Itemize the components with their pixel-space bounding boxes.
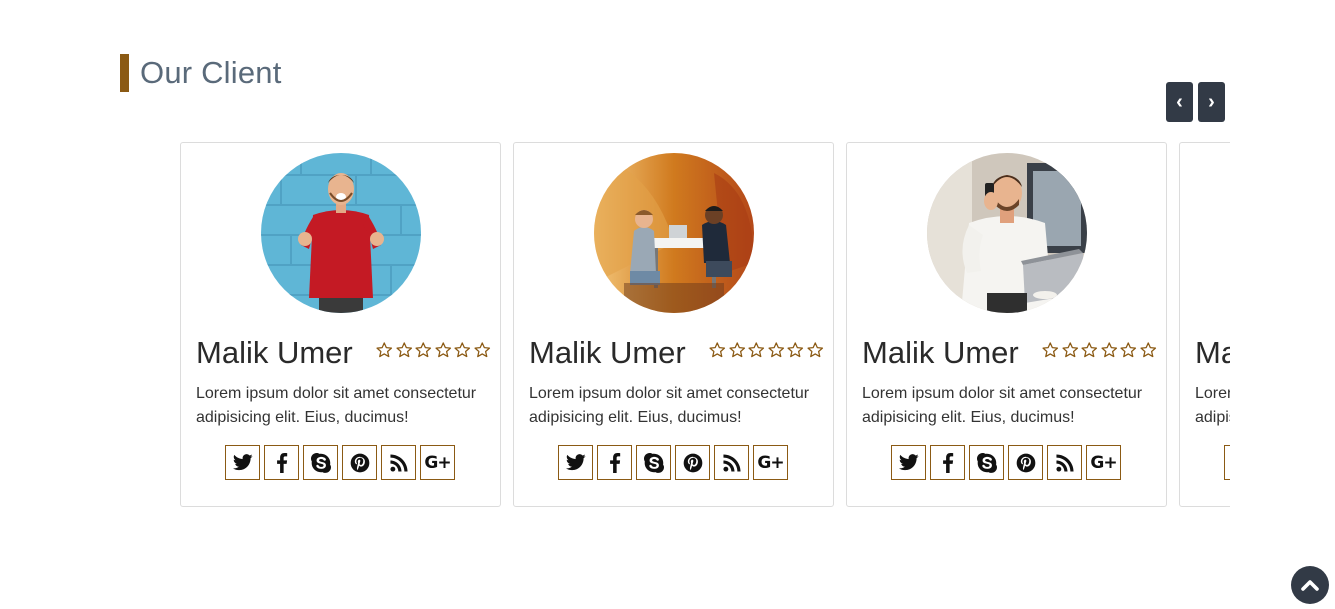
client-card: Malik Umer Lorem ipsum dolor sit amet co… — [846, 142, 1167, 507]
pinterest-button[interactable] — [1008, 445, 1043, 480]
facebook-icon — [276, 452, 288, 473]
social-links: G+ — [1224, 445, 1230, 480]
client-description: Lorem ipsum dolor sit amet consectetur a… — [862, 385, 1143, 426]
star-icon[interactable] — [1061, 341, 1080, 359]
skype-icon — [976, 452, 997, 473]
client-description: Lorem ipsum dolor sit amet consectetur a… — [1195, 385, 1230, 426]
google-plus-button[interactable]: G+ — [420, 445, 455, 480]
star-icon[interactable] — [1041, 341, 1060, 359]
star-icon[interactable] — [1080, 341, 1099, 359]
rss-button[interactable] — [381, 445, 416, 480]
star-icon[interactable] — [786, 341, 805, 359]
client-card: Malik Umer Lorem ipsum dolor sit amet co… — [180, 142, 501, 507]
twitter-button[interactable] — [558, 445, 593, 480]
star-rating[interactable] — [708, 341, 824, 359]
star-icon[interactable] — [747, 341, 766, 359]
skype-button[interactable] — [636, 445, 671, 480]
title-accent-bar — [120, 54, 129, 92]
twitter-icon — [232, 454, 253, 471]
star-icon[interactable] — [473, 341, 492, 359]
rss-icon — [722, 453, 741, 472]
chevron-up-icon — [1301, 580, 1319, 591]
pinterest-icon — [350, 453, 370, 473]
star-icon[interactable] — [1100, 341, 1119, 359]
star-icon[interactable] — [434, 341, 453, 359]
scroll-to-top-button[interactable] — [1291, 566, 1329, 604]
client-name: Malik Umer — [862, 335, 1019, 370]
skype-icon — [310, 452, 331, 473]
section-title: Our Client — [140, 55, 282, 90]
client-name: Malik Umer — [196, 335, 353, 370]
rss-icon — [1055, 453, 1074, 472]
facebook-button[interactable] — [264, 445, 299, 480]
skype-button[interactable] — [303, 445, 338, 480]
carousel-prev-button[interactable]: ‹ — [1166, 82, 1193, 122]
twitter-button[interactable] — [1224, 445, 1230, 480]
facebook-icon — [942, 452, 954, 473]
pinterest-button[interactable] — [342, 445, 377, 480]
google-plus-button[interactable]: G+ — [1086, 445, 1121, 480]
google-plus-icon: G+ — [424, 452, 451, 473]
twitter-icon — [565, 454, 586, 471]
star-icon[interactable] — [708, 341, 727, 359]
star-icon[interactable] — [1139, 341, 1158, 359]
star-icon[interactable] — [453, 341, 472, 359]
star-icon[interactable] — [806, 341, 825, 359]
skype-icon — [643, 452, 664, 473]
google-plus-icon: G+ — [1090, 452, 1117, 473]
client-photo — [261, 153, 421, 313]
pinterest-button[interactable] — [675, 445, 710, 480]
twitter-button[interactable] — [225, 445, 260, 480]
client-card: Malik Umer Lorem ipsum dolor sit amet co… — [513, 142, 834, 507]
client-description: Lorem ipsum dolor sit amet consectetur a… — [196, 385, 477, 426]
facebook-button[interactable] — [597, 445, 632, 480]
google-plus-button[interactable]: G+ — [753, 445, 788, 480]
social-links: G+ — [558, 445, 788, 480]
star-rating[interactable] — [375, 341, 491, 359]
client-card: Malik Umer Lorem ipsum dolor sit amet co… — [1179, 142, 1230, 507]
client-photo — [927, 153, 1087, 313]
client-name: Malik Umer — [529, 335, 686, 370]
client-description: Lorem ipsum dolor sit amet consectetur a… — [529, 385, 810, 426]
star-icon[interactable] — [728, 341, 747, 359]
rss-icon — [389, 453, 408, 472]
pinterest-icon — [683, 453, 703, 473]
social-links: G+ — [225, 445, 455, 480]
pinterest-icon — [1016, 453, 1036, 473]
rss-button[interactable] — [714, 445, 749, 480]
section-header: Our Client — [120, 54, 282, 92]
twitter-button[interactable] — [891, 445, 926, 480]
star-rating[interactable] — [1041, 341, 1157, 359]
client-carousel: Malik Umer Lorem ipsum dolor sit amet co… — [180, 142, 1230, 510]
carousel-next-button[interactable]: › — [1198, 82, 1225, 122]
social-links: G+ — [891, 445, 1121, 480]
star-icon[interactable] — [375, 341, 394, 359]
client-name: Malik Umer — [1195, 335, 1230, 370]
skype-button[interactable] — [969, 445, 1004, 480]
star-icon[interactable] — [1119, 341, 1138, 359]
google-plus-icon: G+ — [757, 452, 784, 473]
facebook-icon — [609, 452, 621, 473]
facebook-button[interactable] — [930, 445, 965, 480]
star-icon[interactable] — [767, 341, 786, 359]
twitter-icon — [898, 454, 919, 471]
client-photo — [594, 153, 754, 313]
star-icon[interactable] — [395, 341, 414, 359]
rss-button[interactable] — [1047, 445, 1082, 480]
star-icon[interactable] — [414, 341, 433, 359]
